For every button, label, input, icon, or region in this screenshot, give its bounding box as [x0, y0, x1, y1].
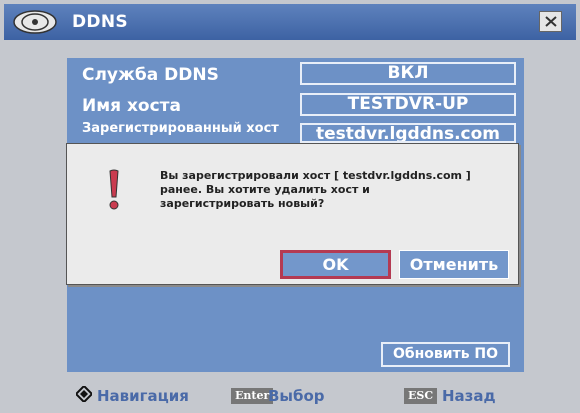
- esc-key-badge: ESC: [404, 388, 438, 404]
- registered-host-label: Зарегистрированный хост: [82, 121, 279, 136]
- nav-hint-label: Навигация: [97, 387, 189, 405]
- ddns-service-field[interactable]: ВКЛ: [300, 62, 516, 85]
- title-bar: DDNS: [4, 4, 576, 40]
- window-title: DDNS: [72, 12, 128, 32]
- hostname-field[interactable]: TESTDVR-UP: [300, 93, 516, 116]
- select-hint-label: Выбор: [268, 387, 325, 405]
- cancel-button[interactable]: Отменить: [399, 250, 509, 279]
- confirm-dialog: Вы зарегистрировали хост [ testdvr.lgddn…: [66, 143, 519, 285]
- navigation-arrows-icon: [76, 386, 92, 402]
- ddns-service-label: Служба DDNS: [82, 65, 219, 85]
- registered-host-field[interactable]: testdvr.lgddns.com: [300, 123, 516, 143]
- lg-logo-icon: [13, 10, 57, 34]
- close-button[interactable]: [539, 11, 562, 32]
- hostname-label: Имя хоста: [82, 96, 182, 116]
- dialog-message: Вы зарегистрировали хост [ testdvr.lgddn…: [160, 169, 471, 210]
- ddns-window: DDNS Служба DDNS ВКЛ Имя хоста TESTDVR-U…: [0, 0, 580, 413]
- enter-key-badge: Enter: [231, 388, 274, 404]
- warning-icon: [109, 169, 119, 210]
- close-icon: [545, 16, 557, 27]
- back-hint-label: Назад: [442, 387, 496, 405]
- update-firmware-button[interactable]: Обновить ПО: [381, 342, 510, 367]
- ok-button[interactable]: OK: [280, 250, 391, 279]
